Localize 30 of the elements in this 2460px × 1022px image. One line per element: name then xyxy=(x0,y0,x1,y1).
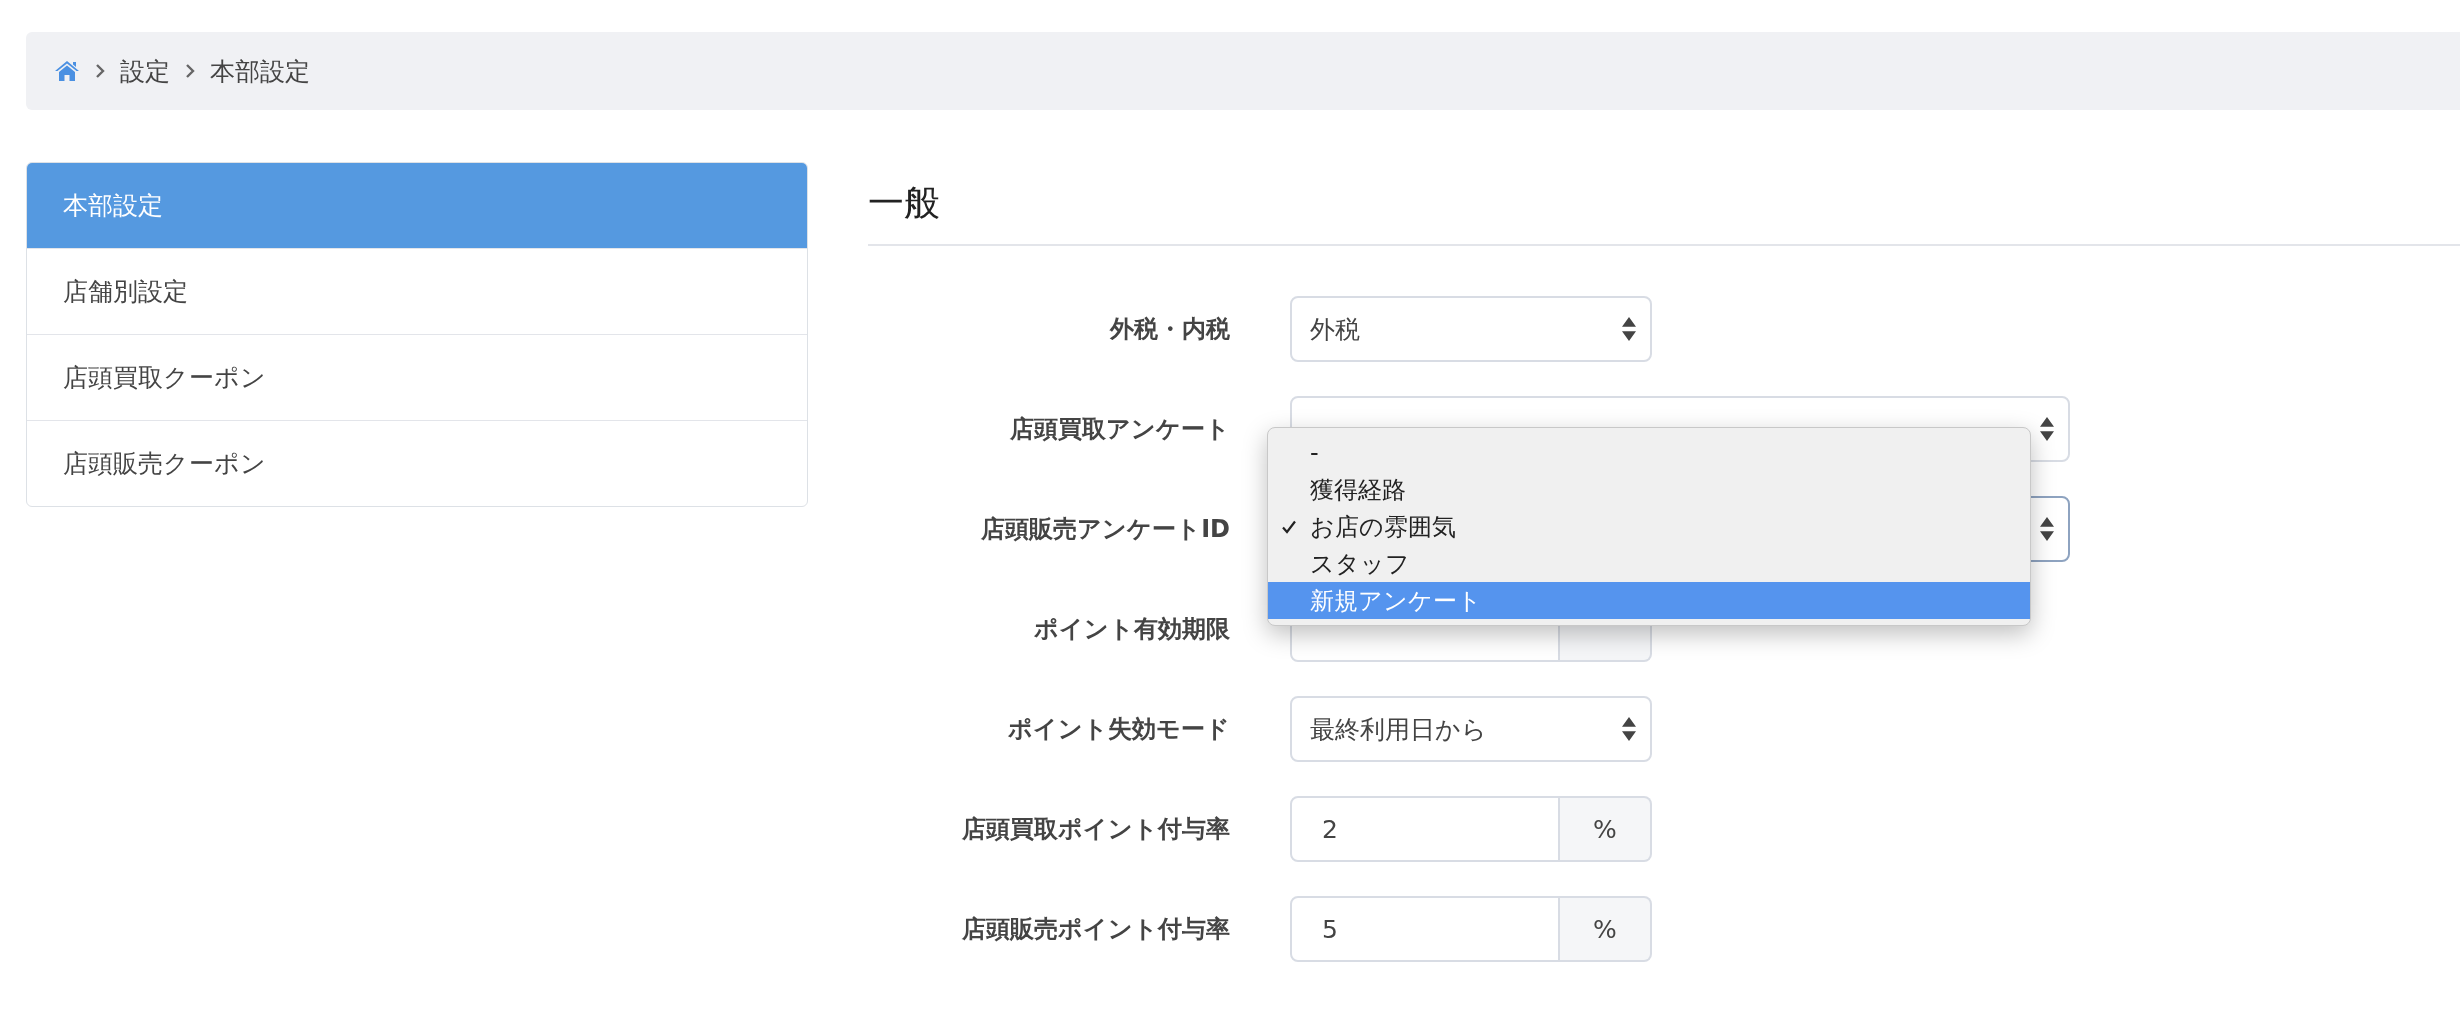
breadcrumb-link[interactable]: 設定 xyxy=(120,54,170,88)
field-label: 店頭買取アンケート xyxy=(1009,414,1230,445)
input-field[interactable]: 2 xyxy=(1290,796,1560,862)
sidebar-item[interactable]: 店頭買取クーポン xyxy=(27,334,807,420)
unit-addon: % xyxy=(1560,896,1652,962)
dropdown-option[interactable]: スタッフ xyxy=(1268,545,2030,582)
home-icon[interactable] xyxy=(54,59,80,83)
field-label: 店頭販売ポイント付与率 xyxy=(961,914,1230,945)
breadcrumb-link[interactable]: 本部設定 xyxy=(210,54,310,88)
sidebar-item[interactable]: 店舗別設定 xyxy=(27,248,807,334)
select-arrows-icon xyxy=(1622,717,1636,741)
field-label: 外税・内税 xyxy=(1108,314,1230,345)
chevron-right-icon xyxy=(184,62,196,80)
field-label: ポイント有効期限 xyxy=(1033,614,1230,645)
section-title: 一般 xyxy=(868,180,940,225)
select-field[interactable]: 外税 xyxy=(1290,296,1652,362)
input-field[interactable]: 5 xyxy=(1290,896,1560,962)
dropdown-option[interactable]: 獲得経路 xyxy=(1268,471,2030,508)
chevron-right-icon xyxy=(94,62,106,80)
select-arrows-icon xyxy=(1622,317,1636,341)
sidebar-item[interactable]: 店頭販売クーポン xyxy=(27,420,807,506)
field-label: 店頭買取ポイント付与率 xyxy=(961,814,1230,845)
dropdown-option[interactable]: お店の雰囲気 xyxy=(1268,508,2030,545)
dropdown-option[interactable]: - xyxy=(1268,434,2030,471)
field-label: 店頭販売アンケートID xyxy=(980,514,1230,545)
unit-addon: % xyxy=(1560,796,1652,862)
select-field[interactable]: 最終利用日から xyxy=(1290,696,1652,762)
select-arrows-icon xyxy=(2040,417,2054,441)
select-arrows-icon xyxy=(2040,517,2054,541)
field-label: ポイント失効モード xyxy=(1007,714,1230,745)
